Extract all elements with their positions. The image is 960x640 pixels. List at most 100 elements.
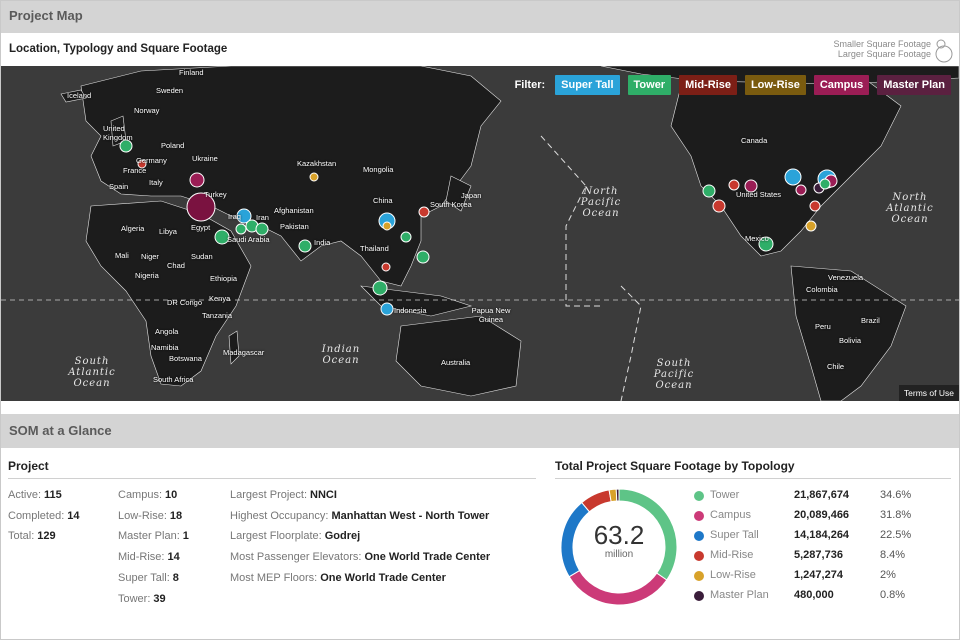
map-label: Bolivia bbox=[839, 336, 862, 345]
ocean-label-indian: Indian Ocean bbox=[321, 344, 361, 366]
legend-dot bbox=[694, 591, 704, 601]
map-label: Algeria bbox=[121, 224, 145, 233]
stat-completed: Completed: 14 bbox=[8, 510, 80, 522]
map-label: Kenya bbox=[209, 294, 231, 303]
record-highest-occupancy: Highest Occupancy: Manhattan West - North… bbox=[230, 510, 490, 522]
project-marker bbox=[382, 221, 392, 231]
map-canvas bbox=[1, 66, 959, 401]
map-label: Nigeria bbox=[135, 271, 159, 280]
map-subheader: Location, Typology and Square Footage Sm… bbox=[1, 33, 959, 66]
donut-slice-master-plan[interactable] bbox=[615, 488, 620, 502]
map-label: Brazil bbox=[861, 316, 880, 325]
project-marker bbox=[255, 222, 269, 236]
glance-panel bbox=[1, 448, 959, 639]
map-label: France bbox=[123, 166, 147, 175]
filter-low-rise-button[interactable]: Low-Rise bbox=[744, 75, 806, 95]
map-label: Papua New Guinea bbox=[471, 306, 511, 324]
map-label: Pakistan bbox=[280, 222, 309, 231]
map-label: Mexico bbox=[745, 234, 769, 243]
project-marker bbox=[309, 172, 319, 182]
project-marker bbox=[380, 302, 394, 316]
project-marker bbox=[189, 172, 205, 188]
map-label: Madagascar bbox=[223, 348, 265, 357]
legend-value: 20,089,466 bbox=[794, 509, 850, 521]
donut-center-label: 63.2 million bbox=[566, 521, 672, 560]
map-label: Afghanistan bbox=[274, 206, 314, 215]
legend-name: Super Tall bbox=[710, 529, 759, 541]
map-label: Chad bbox=[167, 261, 185, 270]
map-label: China bbox=[373, 196, 393, 205]
map-label: Spain bbox=[109, 182, 129, 191]
filter-master-plan-button[interactable]: Master Plan bbox=[877, 75, 951, 95]
map-label: Colombia bbox=[806, 285, 838, 294]
legend-dot bbox=[694, 571, 704, 581]
ocean-label-north-pacific: North Pacific Ocean bbox=[580, 186, 622, 219]
stat-campus: Campus: 10 bbox=[118, 489, 178, 501]
legend-value: 1,247,274 bbox=[794, 569, 843, 581]
ocean-label-south-atlantic: South Atlantic Ocean bbox=[68, 356, 116, 389]
map-label: Mali bbox=[115, 251, 129, 260]
map-label: Japan bbox=[461, 191, 482, 200]
map-label: Poland bbox=[161, 141, 185, 150]
map-label: Libya bbox=[159, 227, 177, 236]
map-label: Germany bbox=[136, 156, 167, 165]
project-divider bbox=[8, 478, 536, 479]
ocean-label-south-pacific: South Pacific Ocean bbox=[653, 358, 695, 391]
size-circles-icon bbox=[935, 39, 953, 63]
filter-bar: Filter: Super Tall Tower Mid-Rise Low-Ri… bbox=[515, 75, 951, 95]
project-marker bbox=[418, 206, 430, 218]
legend-percent: 8.4% bbox=[880, 549, 906, 561]
map-label: Iran bbox=[256, 213, 269, 222]
som-at-a-glance-header: SOM at a Glance bbox=[1, 414, 959, 448]
project-marker bbox=[795, 184, 807, 196]
map-label: Iceland bbox=[67, 91, 92, 100]
project-marker bbox=[805, 220, 817, 232]
legend-name: Master Plan bbox=[710, 589, 769, 601]
date-line bbox=[540, 135, 601, 307]
terms-of-use-link[interactable]: Terms of Use bbox=[898, 385, 959, 401]
record-largest-floorplate: Largest Floorplate: Godrej bbox=[230, 530, 361, 542]
map-label: India bbox=[314, 238, 331, 247]
legend-percent: 31.8% bbox=[880, 509, 912, 521]
map-label: Saudi Arabia bbox=[227, 235, 270, 244]
donut-slice-mid-rise[interactable] bbox=[581, 489, 612, 513]
sqft-chart-title: Total Project Square Footage by Topology bbox=[555, 459, 795, 473]
map-label: DR Congo bbox=[167, 298, 203, 307]
legend-percent: 0.8% bbox=[880, 589, 906, 601]
project-map-title: Project Map bbox=[9, 8, 83, 23]
map-label: South Africa bbox=[153, 375, 194, 384]
record-largest-project: Largest Project: NNCI bbox=[230, 489, 337, 501]
legend-dot bbox=[694, 531, 704, 541]
project-marker bbox=[784, 168, 802, 186]
map-label: Niger bbox=[141, 252, 159, 261]
stat-super-tall: Super Tall: 8 bbox=[118, 572, 179, 584]
map-label: Kazakhstan bbox=[297, 159, 337, 168]
sqft-divider bbox=[555, 478, 951, 479]
donut-slice-campus[interactable] bbox=[568, 569, 668, 606]
record-mep-floors: Most MEP Floors: One World Trade Center bbox=[230, 572, 446, 584]
filter-campus-button[interactable]: Campus bbox=[813, 75, 870, 95]
stat-mid-rise: Mid-Rise: 14 bbox=[118, 551, 180, 563]
project-marker bbox=[809, 200, 821, 212]
world-map[interactable]: Finland Iceland Sweden Norway United Kin… bbox=[1, 66, 959, 401]
filter-label: Filter: bbox=[514, 79, 546, 91]
filter-super-tall-button[interactable]: Super Tall bbox=[555, 75, 620, 95]
filter-mid-rise-button[interactable]: Mid-Rise bbox=[679, 75, 737, 95]
map-label: Thailand bbox=[360, 244, 389, 253]
map-label: Australia bbox=[441, 358, 471, 367]
legend-value: 5,287,736 bbox=[794, 549, 843, 561]
project-marker bbox=[819, 178, 831, 190]
project-panel-title: Project bbox=[8, 459, 49, 473]
map-label: Canada bbox=[741, 136, 768, 145]
stat-active: Active: 115 bbox=[8, 489, 62, 501]
size-legend-small: Smaller Square Footage bbox=[833, 39, 931, 49]
map-label: Tanzania bbox=[202, 311, 233, 320]
australia-land bbox=[395, 315, 522, 397]
record-passenger-elevators: Most Passenger Elevators: One World Trade… bbox=[230, 551, 491, 563]
stat-total: Total: 129 bbox=[8, 530, 56, 542]
map-label: United Kingdom bbox=[103, 124, 133, 142]
legend-name: Tower bbox=[710, 489, 740, 501]
map-label: Mongolia bbox=[363, 165, 394, 174]
filter-tower-button[interactable]: Tower bbox=[627, 75, 672, 95]
project-marker bbox=[298, 239, 312, 253]
